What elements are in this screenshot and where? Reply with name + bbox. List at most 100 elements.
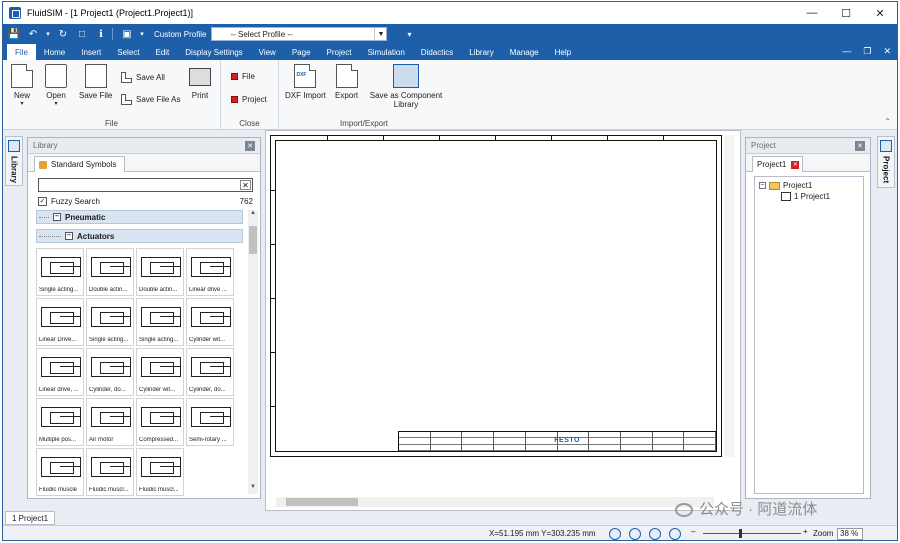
- save-all-button[interactable]: Save All: [121, 72, 165, 83]
- zoom-in-icon[interactable]: [649, 528, 661, 540]
- menu-tab-manage[interactable]: Manage: [502, 44, 547, 60]
- library-symbol[interactable]: Cylinder, do...: [186, 348, 234, 396]
- library-side-tab[interactable]: Library: [5, 136, 23, 186]
- library-symbol[interactable]: Fluidic muscl...: [86, 448, 134, 496]
- collapse-icon[interactable]: –: [759, 182, 766, 189]
- info-icon[interactable]: ℹ: [93, 27, 109, 41]
- scroll-thumb[interactable]: [249, 226, 257, 254]
- menu-tab-select[interactable]: Select: [109, 44, 147, 60]
- layout-dropdown-icon[interactable]: ▾: [138, 27, 146, 41]
- close-button[interactable]: ✕: [863, 2, 897, 24]
- menu-tab-file[interactable]: File: [7, 44, 36, 60]
- library-scrollbar[interactable]: ▲ ▼: [248, 210, 258, 494]
- menu-tab-library[interactable]: Library: [461, 44, 501, 60]
- export-button[interactable]: Export: [335, 64, 358, 100]
- library-symbol[interactable]: Multiple pos...: [36, 398, 84, 446]
- library-symbol[interactable]: Compressed...: [136, 398, 184, 446]
- close-project-button[interactable]: Project: [231, 95, 267, 104]
- save-icon[interactable]: 💾: [6, 27, 22, 41]
- canvas-vertical-scrollbar[interactable]: [724, 135, 734, 457]
- canvas-horizontal-scrollbar[interactable]: [276, 497, 714, 507]
- library-symbol[interactable]: Single acting...: [36, 248, 84, 296]
- tree-node-pneumatic[interactable]: – Pneumatic: [36, 210, 243, 224]
- close-icon[interactable]: ✕: [855, 140, 865, 151]
- save-file-button[interactable]: Save File: [79, 64, 112, 100]
- document-tab[interactable]: 1 Project1: [5, 511, 56, 525]
- clear-search-icon[interactable]: ✕: [240, 180, 251, 190]
- library-symbol[interactable]: Double actin...: [86, 248, 134, 296]
- undo-dropdown-icon[interactable]: ▾: [44, 27, 52, 41]
- zoom-window-icon[interactable]: [629, 528, 641, 540]
- undo-icon[interactable]: ↶: [25, 27, 41, 41]
- menu-tab-view[interactable]: View: [251, 44, 284, 60]
- close-icon[interactable]: ✕: [245, 140, 255, 151]
- library-symbol[interactable]: Single acting...: [136, 298, 184, 346]
- zoom-value[interactable]: 38 %: [837, 527, 863, 540]
- customize-toolbar-icon[interactable]: ▾: [401, 27, 417, 41]
- collapse-icon[interactable]: –: [53, 213, 61, 221]
- library-symbol-label: Compressed...: [139, 437, 179, 443]
- project-tree-root[interactable]: – Project1: [759, 181, 812, 190]
- library-symbol[interactable]: Fluidic muscle: [36, 448, 84, 496]
- menu-tab-insert[interactable]: Insert: [73, 44, 109, 60]
- library-symbol[interactable]: Linear drive, ...: [36, 348, 84, 396]
- drawing-sheet[interactable]: FESTO: [270, 135, 722, 457]
- tab-standard-symbols[interactable]: Standard Symbols: [34, 156, 126, 172]
- project-tree-page[interactable]: 1 Project1: [781, 192, 830, 201]
- tree-node-actuators[interactable]: – Actuators: [36, 229, 243, 243]
- menu-tab-didactics[interactable]: Didactics: [413, 44, 461, 60]
- library-symbol[interactable]: Single acting...: [86, 298, 134, 346]
- library-search-input[interactable]: ✕: [38, 178, 253, 192]
- chevron-down-icon[interactable]: ▼: [374, 28, 386, 40]
- minimize-button[interactable]: —: [795, 2, 829, 24]
- new-button[interactable]: New ▾: [11, 64, 33, 109]
- close-file-button[interactable]: File: [231, 72, 255, 81]
- print-button[interactable]: Print: [189, 64, 211, 100]
- window-layout-icon[interactable]: ▣: [119, 27, 135, 41]
- scroll-down-icon[interactable]: ▼: [248, 484, 258, 494]
- project-side-tab[interactable]: Project: [877, 136, 895, 188]
- dxf-import-button[interactable]: DXF DXF Import: [285, 64, 326, 100]
- zoom-plus-icon[interactable]: +: [803, 527, 808, 536]
- drawing-area[interactable]: FESTO: [265, 130, 741, 511]
- library-symbol[interactable]: Double actin...: [136, 248, 184, 296]
- fuzzy-search-checkbox[interactable]: ✓: [38, 196, 47, 206]
- zoom-minus-icon[interactable]: –: [691, 527, 695, 536]
- menu-tab-display-settings[interactable]: Display Settings: [177, 44, 250, 60]
- library-symbol[interactable]: Cylinder wit...: [136, 348, 184, 396]
- menu-tab-project[interactable]: Project: [319, 44, 360, 60]
- redo-icon[interactable]: ↻: [55, 27, 71, 41]
- open-button[interactable]: Open ▾: [45, 64, 67, 109]
- doc-restore-icon[interactable]: ❐: [863, 46, 871, 57]
- menu-tab-simulation[interactable]: Simulation: [359, 44, 412, 60]
- zoom-slider-knob[interactable]: [739, 529, 742, 538]
- menu-tab-edit[interactable]: Edit: [147, 44, 177, 60]
- menu-tab-help[interactable]: Help: [547, 44, 579, 60]
- scroll-thumb[interactable]: [286, 498, 358, 506]
- tab-project1[interactable]: Project1 ✕: [752, 156, 804, 172]
- profile-select[interactable]: -- Select Profile -- ▼: [211, 27, 388, 41]
- save-file-as-button[interactable]: Save File As: [121, 94, 180, 105]
- page-icon[interactable]: □: [74, 27, 90, 41]
- save-as-component-library-button[interactable]: Save as Component Library: [369, 64, 443, 109]
- library-symbol[interactable]: Cylinder wit...: [186, 298, 234, 346]
- ribbon-group-file-label: File: [105, 119, 118, 128]
- library-symbol[interactable]: Linear drive ...: [186, 248, 234, 296]
- zoom-slider[interactable]: [703, 533, 801, 534]
- doc-close-icon[interactable]: ✕: [883, 46, 891, 57]
- zoom-fit-icon[interactable]: [609, 528, 621, 540]
- doc-minimize-icon[interactable]: —: [842, 46, 851, 57]
- menu-tab-page[interactable]: Page: [284, 44, 319, 60]
- collapse-icon[interactable]: –: [65, 232, 73, 240]
- library-symbol[interactable]: Semi-rotary ...: [186, 398, 234, 446]
- maximize-button[interactable]: ☐: [829, 2, 863, 24]
- menu-tab-home[interactable]: Home: [36, 44, 73, 60]
- library-symbol[interactable]: Fluidic muscl...: [136, 448, 184, 496]
- zoom-out-icon[interactable]: [669, 528, 681, 540]
- library-symbol[interactable]: Cylinder, do...: [86, 348, 134, 396]
- close-tab-icon[interactable]: ✕: [791, 161, 800, 169]
- collapse-ribbon-icon[interactable]: ⌃: [884, 117, 891, 126]
- library-symbol[interactable]: Air motor: [86, 398, 134, 446]
- scroll-up-icon[interactable]: ▲: [248, 210, 258, 220]
- library-symbol[interactable]: Linear Drive...: [36, 298, 84, 346]
